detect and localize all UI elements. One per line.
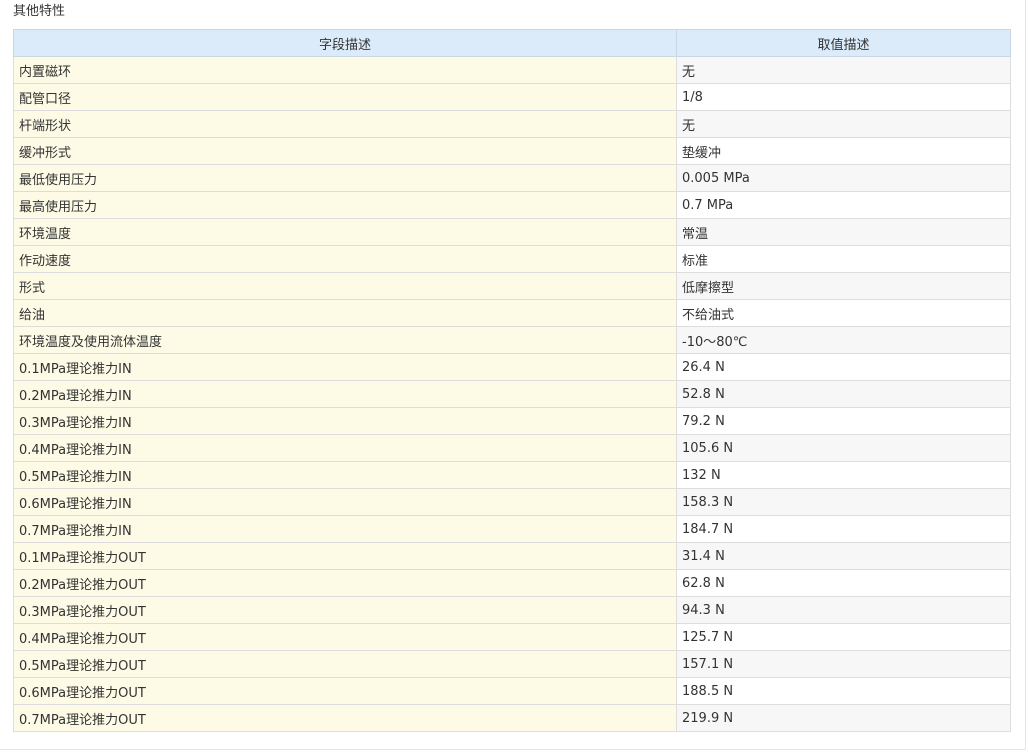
value-cell: 垫缓冲 <box>676 137 1011 165</box>
table-row: 0.7MPa理论推力OUT 219.9 N <box>13 704 1011 732</box>
field-cell: 缓冲形式 <box>13 137 677 165</box>
value-cell: 184.7 N <box>676 515 1011 543</box>
section-title: 其他特性 <box>13 4 66 19</box>
field-cell: 最低使用压力 <box>13 164 677 192</box>
table-row: 0.6MPa理论推力OUT 188.5 N <box>13 677 1011 705</box>
column-header-field: 字段描述 <box>13 29 677 57</box>
value-cell: 低摩擦型 <box>676 272 1011 300</box>
field-cell: 环境温度及使用流体温度 <box>13 326 677 354</box>
table-row: 0.6MPa理论推力IN 158.3 N <box>13 488 1011 516</box>
field-cell: 0.6MPa理论推力IN <box>13 488 677 516</box>
table-row: 作动速度 标准 <box>13 245 1011 273</box>
value-cell: 62.8 N <box>676 569 1011 597</box>
value-cell: 31.4 N <box>676 542 1011 570</box>
value-cell: 79.2 N <box>676 407 1011 435</box>
field-cell: 配管口径 <box>13 83 677 111</box>
field-cell: 最高使用压力 <box>13 191 677 219</box>
field-cell: 环境温度 <box>13 218 677 246</box>
properties-table: 字段描述 取值描述 内置磁环无配管口径 1/8 杆端形状无缓冲形式 垫缓冲 最低使用压力… <box>13 29 1011 732</box>
value-cell: 0.7 MPa <box>676 191 1011 219</box>
other-properties-panel: 其他特性 字段描述 取值描述 内置磁环无配管口径 1/8 杆端形状无缓冲形式 垫缓冲最… <box>0 0 1026 750</box>
table-row: 0.5MPa理论推力OUT 157.1 N <box>13 650 1011 678</box>
value-cell: 157.1 N <box>676 650 1011 678</box>
field-cell: 作动速度 <box>13 245 677 273</box>
value-cell: 0.005 MPa <box>676 164 1011 192</box>
field-cell: 0.1MPa理论推力IN <box>13 353 677 381</box>
table-row: 形式 低摩擦型 <box>13 272 1011 300</box>
table-row: 环境温度及使用流体温度 -10～80℃ <box>13 326 1011 354</box>
field-cell: 0.1MPa理论推力OUT <box>13 542 677 570</box>
table-row: 0.1MPa理论推力OUT 31.4 N <box>13 542 1011 570</box>
field-cell: 0.7MPa理论推力OUT <box>13 704 677 732</box>
field-cell: 0.5MPa理论推力IN <box>13 461 677 489</box>
field-cell: 0.5MPa理论推力OUT <box>13 650 677 678</box>
value-cell: 158.3 N <box>676 488 1011 516</box>
value-cell: 125.7 N <box>676 623 1011 651</box>
value-cell: 无 <box>676 110 1011 138</box>
field-cell: 给油 <box>13 299 677 327</box>
field-cell: 0.2MPa理论推力IN <box>13 380 677 408</box>
table-row: 0.4MPa理论推力OUT 125.7 N <box>13 623 1011 651</box>
value-cell: 不给油式 <box>676 299 1011 327</box>
table-row: 0.7MPa理论推力IN 184.7 N <box>13 515 1011 543</box>
table-row: 最低使用压力 0.005 MPa <box>13 164 1011 192</box>
value-cell: 无 <box>676 56 1011 84</box>
table-row: 最高使用压力 0.7 MPa <box>13 191 1011 219</box>
table-row: 内置磁环无 <box>13 56 1011 84</box>
field-cell: 0.7MPa理论推力IN <box>13 515 677 543</box>
table-row: 0.1MPa理论推力IN 26.4 N <box>13 353 1011 381</box>
value-cell: -10～80℃ <box>676 326 1011 354</box>
table-row: 0.4MPa理论推力IN 105.6 N <box>13 434 1011 462</box>
field-cell: 内置磁环 <box>13 56 677 84</box>
value-cell: 标准 <box>676 245 1011 273</box>
table-row: 0.3MPa理论推力OUT 94.3 N <box>13 596 1011 624</box>
field-cell: 形式 <box>13 272 677 300</box>
field-cell: 0.4MPa理论推力IN <box>13 434 677 462</box>
value-cell: 94.3 N <box>676 596 1011 624</box>
field-cell: 杆端形状 <box>13 110 677 138</box>
table-row: 配管口径 1/8 <box>13 83 1011 111</box>
table-row: 0.3MPa理论推力IN 79.2 N <box>13 407 1011 435</box>
table-row: 杆端形状无 <box>13 110 1011 138</box>
field-cell: 0.4MPa理论推力OUT <box>13 623 677 651</box>
value-cell: 常温 <box>676 218 1011 246</box>
table-row: 缓冲形式 垫缓冲 <box>13 137 1011 165</box>
field-cell: 0.3MPa理论推力OUT <box>13 596 677 624</box>
value-cell: 105.6 N <box>676 434 1011 462</box>
table-row: 0.2MPa理论推力IN 52.8 N <box>13 380 1011 408</box>
value-cell: 188.5 N <box>676 677 1011 705</box>
value-cell: 26.4 N <box>676 353 1011 381</box>
table-row: 0.5MPa理论推力IN 132 N <box>13 461 1011 489</box>
value-cell: 219.9 N <box>676 704 1011 732</box>
value-cell: 132 N <box>676 461 1011 489</box>
value-cell: 52.8 N <box>676 380 1011 408</box>
field-cell: 0.2MPa理论推力OUT <box>13 569 677 597</box>
field-cell: 0.6MPa理论推力OUT <box>13 677 677 705</box>
column-header-value: 取值描述 <box>676 29 1011 57</box>
table-header-row: 字段描述 取值描述 <box>13 29 1011 57</box>
table-row: 给油 不给油式 <box>13 299 1011 327</box>
field-cell: 0.3MPa理论推力IN <box>13 407 677 435</box>
value-cell: 1/8 <box>676 83 1011 111</box>
table-row: 环境温度 常温 <box>13 218 1011 246</box>
table-row: 0.2MPa理论推力OUT 62.8 N <box>13 569 1011 597</box>
